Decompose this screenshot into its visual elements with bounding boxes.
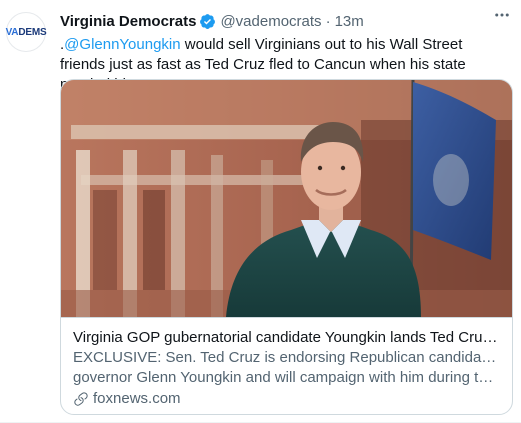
avatar[interactable]: VA DEMS	[5, 12, 47, 52]
card-domain-text: foxnews.com	[93, 390, 181, 407]
card-domain: foxnews.com	[73, 389, 500, 409]
card-photo	[61, 80, 512, 317]
card-body[interactable]: Virginia GOP gubernatorial candidate You…	[61, 317, 512, 414]
display-name[interactable]: Virginia Democrats	[60, 13, 196, 30]
user-handle[interactable]: @vademocrats	[220, 13, 321, 30]
tweet[interactable]: VA DEMS Virginia Democrats @vademocrats ·…	[0, 0, 521, 423]
card-title: Virginia GOP gubernatorial candidate You…	[73, 329, 500, 346]
link-card[interactable]: Virginia GOP gubernatorial candidate You…	[60, 79, 513, 415]
mention-link[interactable]: @GlennYoungkin	[64, 36, 180, 53]
verified-badge-icon	[200, 13, 216, 29]
card-description-line: governor Glenn Youngkin and will campaig…	[73, 369, 500, 386]
separator-dot: ·	[325, 12, 331, 30]
more-horizontal-icon	[495, 13, 509, 17]
card-description-line: EXCLUSIVE: Sen. Ted Cruz is endorsing Re…	[73, 349, 500, 366]
more-options-button[interactable]	[491, 4, 513, 26]
avatar-logo-va: VA	[5, 26, 19, 38]
tweet-header: Virginia Democrats @vademocrats · 13m	[60, 10, 511, 32]
avatar-logo-dems: DEMS	[18, 26, 47, 38]
card-image[interactable]	[61, 80, 512, 317]
card-description: EXCLUSIVE: Sen. Ted Cruz is endorsing Re…	[73, 348, 500, 388]
link-icon	[74, 392, 88, 406]
timestamp[interactable]: 13m	[335, 13, 364, 30]
